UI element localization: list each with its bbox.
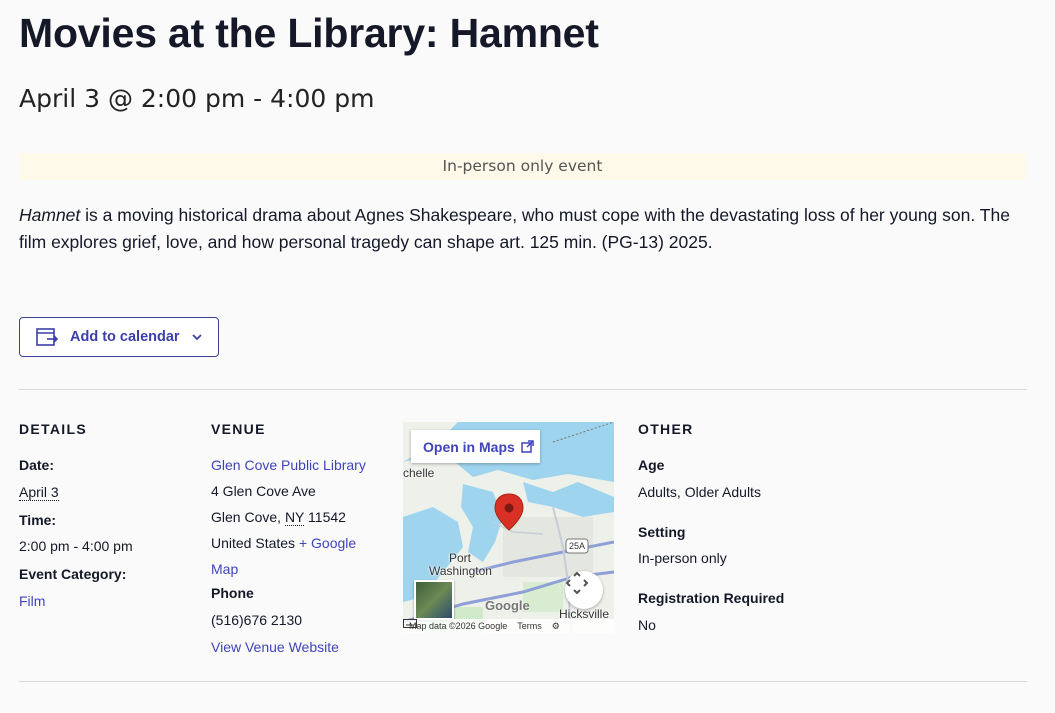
map-route-label: 25A bbox=[569, 541, 586, 551]
registration-label: Registration Required bbox=[638, 590, 785, 606]
description-text: is a moving historical drama about Agnes… bbox=[19, 205, 1010, 252]
event-description: Hamnet is a moving historical drama abou… bbox=[19, 202, 1029, 256]
map-place-label: Port bbox=[449, 551, 472, 565]
setting-label: Setting bbox=[638, 524, 686, 540]
google-logo: Google bbox=[485, 598, 530, 613]
venue-website-link[interactable]: View Venue Website bbox=[211, 639, 339, 655]
venue-country: United States bbox=[211, 535, 296, 551]
registration-value: No bbox=[638, 617, 656, 633]
age-value: Adults, Older Adults bbox=[638, 484, 761, 500]
event-datetime: April 3 @ 2:00 pm - 4:00 pm bbox=[19, 84, 375, 113]
date-label: Date: bbox=[19, 457, 55, 473]
map-data-attribution: Map data ©2026 Google bbox=[409, 621, 508, 631]
map-footer: Map data ©2026 Google Terms ⚙ bbox=[403, 619, 614, 633]
open-in-maps-button[interactable]: Open in Maps bbox=[411, 430, 540, 463]
google-map-link-cont[interactable]: Map bbox=[211, 561, 238, 577]
google-map-link[interactable]: + Google bbox=[299, 535, 356, 551]
venue-city: Glen Cove, bbox=[211, 509, 285, 525]
chevron-down-icon bbox=[191, 334, 202, 341]
map-camera-control[interactable] bbox=[565, 571, 603, 609]
category-label: Event Category: bbox=[19, 566, 127, 582]
add-to-calendar-label: Add to calendar bbox=[70, 329, 180, 345]
other-heading: OTHER bbox=[638, 421, 694, 437]
time-label: Time: bbox=[19, 512, 57, 528]
divider-bottom bbox=[19, 681, 1027, 682]
map-terms-link[interactable]: Terms bbox=[517, 621, 542, 631]
venue-heading: VENUE bbox=[211, 421, 266, 437]
venue-city-line: Glen Cove, NY 11542 bbox=[211, 509, 346, 526]
map-place-label: Washington bbox=[429, 564, 492, 578]
map-place-label: chelle bbox=[403, 466, 435, 480]
film-title-italic: Hamnet bbox=[19, 205, 81, 225]
time-value: 2:00 pm - 4:00 pm bbox=[19, 538, 133, 554]
in-person-notice: In-person only event bbox=[19, 153, 1026, 180]
external-link-icon bbox=[521, 440, 534, 453]
venue-country-line: United States + Google bbox=[211, 535, 356, 551]
venue-map[interactable]: Open in Maps chelle Port Washington Hick… bbox=[403, 422, 614, 633]
details-heading: DETAILS bbox=[19, 421, 87, 437]
event-title: Movies at the Library: Hamnet bbox=[19, 10, 599, 56]
move-arrows-icon bbox=[565, 571, 589, 595]
setting-value: In-person only bbox=[638, 550, 727, 566]
venue-zip: 11542 bbox=[304, 509, 346, 525]
age-label: Age bbox=[638, 457, 665, 473]
venue-street: 4 Glen Cove Ave bbox=[211, 483, 316, 499]
venue-state: NY bbox=[284, 509, 305, 526]
keyboard-icon[interactable] bbox=[403, 619, 417, 628]
date-value: April 3 bbox=[19, 484, 59, 501]
open-in-maps-label: Open in Maps bbox=[423, 438, 515, 455]
category-link-film[interactable]: Film bbox=[19, 593, 45, 609]
venue-name-link[interactable]: Glen Cove Public Library bbox=[211, 457, 366, 473]
satellite-toggle[interactable] bbox=[414, 580, 454, 620]
divider-top bbox=[19, 389, 1027, 390]
calendar-export-icon bbox=[36, 328, 58, 346]
add-to-calendar-button[interactable]: Add to calendar bbox=[19, 317, 219, 357]
phone-value: (516)676 2130 bbox=[211, 612, 303, 628]
phone-label: Phone bbox=[211, 585, 254, 601]
map-report-icon[interactable]: ⚙ bbox=[552, 621, 560, 632]
